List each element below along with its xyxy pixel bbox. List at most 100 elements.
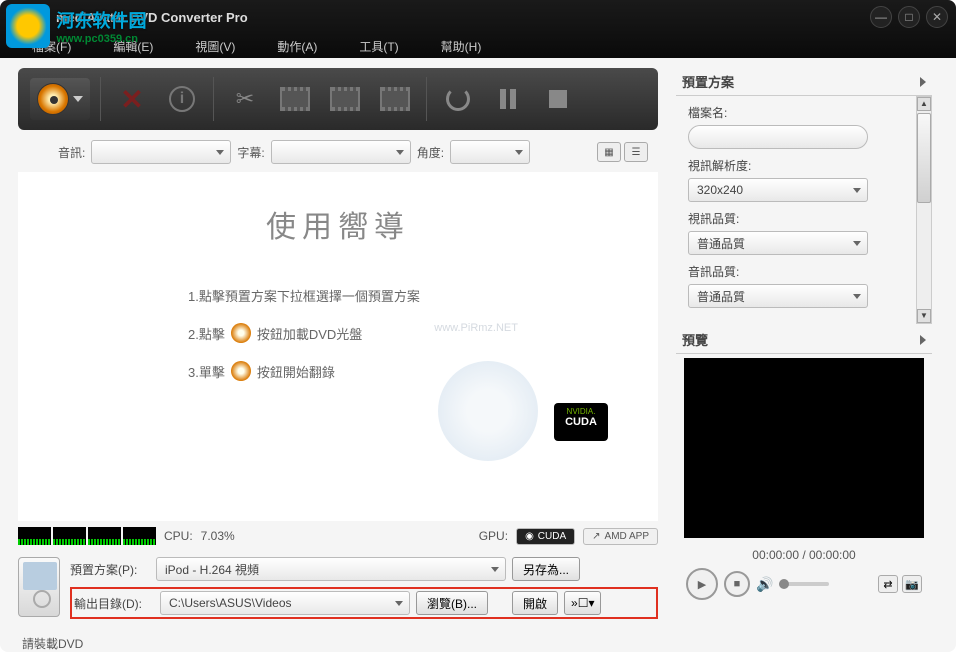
minimize-button[interactable]: — [870, 6, 892, 28]
dvd-watermark-icon [438, 361, 538, 461]
audio-quality-label: 音訊品質: [688, 263, 928, 280]
volume-slider[interactable] [779, 582, 829, 586]
transfer-device-button[interactable]: »☐▾ [564, 591, 601, 615]
preset-section-header[interactable]: 預置方案 [676, 68, 932, 96]
destination-highlight: 輸出目錄(D): C:\Users\ASUS\Videos 瀏覽(B)... 開… [70, 587, 658, 619]
watermark-logo-icon [6, 4, 50, 48]
merge-button[interactable] [324, 78, 366, 120]
titlebar: 河东软件园 www.pc0359.cn mediAvatar DVD Conve… [0, 0, 956, 58]
dropdown-arrow-icon [73, 96, 83, 102]
watermark-logo-line1: 河东软件园 [56, 7, 146, 33]
browse-button[interactable]: 瀏覽(B)... [416, 591, 488, 615]
scissors-icon: ✂ [236, 86, 254, 112]
preset-properties: 檔案名: 視訊解析度: 320x240 視訊品質: 普通品質 音訊品質: 普通品… [676, 96, 932, 320]
status-bar: 請裝載DVD [18, 631, 658, 652]
snapshot-button[interactable]: 📷 [902, 575, 922, 593]
status-row: CPU: 7.03% GPU: ◉ CUDA ↗ AMD APP [18, 521, 658, 551]
wizard-title: 使用嚮導 [18, 202, 658, 246]
gpu-cuda-badge[interactable]: ◉ CUDA [516, 528, 575, 545]
film-icon [280, 87, 310, 111]
watermark-logo-line2: www.pc0359.cn [56, 33, 146, 45]
cpu-label: CPU: [164, 529, 193, 543]
angle-label: 角度: [417, 144, 444, 161]
properties-scrollbar[interactable]: ▲ ▼ [916, 96, 932, 324]
filter-row: 音訊: 字幕: 角度: ▦ ☰ [18, 130, 658, 172]
subtitle-combo[interactable] [271, 140, 411, 164]
preview-play-button[interactable]: ▶ [686, 568, 718, 600]
view-list-button[interactable]: ☰ [624, 142, 648, 162]
film-split-icon [380, 87, 410, 111]
ipod-device-icon [18, 557, 60, 617]
gpu-amd-badge[interactable]: ↗ AMD APP [583, 528, 658, 545]
angle-combo[interactable] [450, 140, 530, 164]
cuda-badge: NVIDIA. CUDA [554, 403, 608, 441]
chevron-right-icon [920, 335, 926, 345]
effects-button[interactable] [274, 78, 316, 120]
filename-input[interactable] [688, 125, 868, 149]
destination-combo[interactable]: C:\Users\ASUS\Videos [160, 591, 410, 615]
open-button[interactable]: 開啟 [512, 591, 558, 615]
audio-quality-combo[interactable]: 普通品質 [688, 284, 868, 308]
cpu-value: 7.03% [201, 529, 235, 543]
video-resolution-combo[interactable]: 320x240 [688, 178, 868, 202]
disc-icon [231, 323, 251, 343]
disc-icon [37, 83, 69, 115]
cpu-meter [18, 527, 156, 545]
compare-button[interactable]: ⇄ [878, 575, 898, 593]
split-button[interactable] [374, 78, 416, 120]
audio-combo[interactable] [91, 140, 231, 164]
video-quality-combo[interactable]: 普通品質 [688, 231, 868, 255]
bottom-section: 預置方案(P): iPod - H.264 視頻 另存為... 輸出目錄(D):… [18, 551, 658, 631]
wizard-step-1: 1.點擊預置方案下拉框選擇一個預置方案 [188, 286, 488, 305]
info-icon: i [169, 86, 195, 112]
view-thumbnail-button[interactable]: ▦ [597, 142, 621, 162]
menu-tools[interactable]: 工具(T) [353, 36, 404, 57]
menu-view[interactable]: 視圖(V) [189, 36, 241, 57]
scroll-down-button[interactable]: ▼ [917, 309, 931, 323]
stop-button[interactable] [537, 78, 579, 120]
wizard-step-3: 3.單擊 按鈕開始翻錄 [188, 361, 488, 381]
audio-label: 音訊: [58, 144, 85, 161]
gpu-label: GPU: [479, 529, 508, 543]
app-window: 河东软件园 www.pc0359.cn mediAvatar DVD Conve… [0, 0, 956, 652]
maximize-button[interactable]: □ [898, 6, 920, 28]
menu-actions[interactable]: 動作(A) [271, 36, 323, 57]
menu-help[interactable]: 幫助(H) [435, 36, 488, 57]
film-merge-icon [330, 87, 360, 111]
destination-label: 輸出目錄(D): [74, 595, 154, 612]
filename-label: 檔案名: [688, 104, 928, 121]
volume-icon: 🔊 [756, 576, 773, 593]
toolbar: ✕ i ✂ [18, 68, 658, 130]
scroll-thumb[interactable] [917, 113, 931, 203]
load-dvd-button[interactable] [30, 78, 90, 120]
preview-controls: ▶ ■ 🔊 ⇄ 📷 [676, 568, 932, 600]
preview-section-header[interactable]: 預覽 [676, 326, 932, 354]
chevron-right-icon [920, 77, 926, 87]
profile-combo[interactable]: iPod - H.264 視頻 [156, 557, 506, 581]
watermark-logo: 河东软件园 www.pc0359.cn [6, 4, 146, 48]
profile-label: 預置方案(P): [70, 561, 150, 578]
preview-stop-button[interactable]: ■ [724, 571, 750, 597]
save-as-button[interactable]: 另存為... [512, 557, 580, 581]
pause-button[interactable] [487, 78, 529, 120]
preview-screen [684, 358, 924, 538]
watermark-text: www.PiRmz.NET [434, 322, 518, 334]
refresh-icon [446, 87, 470, 111]
nvidia-eye-icon: ◉ [525, 531, 534, 542]
content-area: 使用嚮導 1.點擊預置方案下拉框選擇一個預置方案 2.點擊 按鈕加載DVD光盤 … [18, 172, 658, 521]
preview-time: 00:00:00 / 00:00:00 [676, 542, 932, 568]
convert-icon [231, 361, 251, 381]
delete-button[interactable]: ✕ [111, 78, 153, 120]
convert-button[interactable] [437, 78, 479, 120]
subtitle-label: 字幕: [237, 144, 264, 161]
scroll-up-button[interactable]: ▲ [917, 97, 931, 111]
info-button[interactable]: i [161, 78, 203, 120]
close-button[interactable]: ✕ [926, 6, 948, 28]
cut-button[interactable]: ✂ [224, 78, 266, 120]
video-resolution-label: 視訊解析度: [688, 157, 928, 174]
pause-icon [500, 89, 516, 109]
stop-icon [549, 90, 567, 108]
x-icon: ✕ [120, 83, 143, 116]
video-quality-label: 視訊品質: [688, 210, 928, 227]
amd-arrow-icon: ↗ [592, 531, 600, 542]
